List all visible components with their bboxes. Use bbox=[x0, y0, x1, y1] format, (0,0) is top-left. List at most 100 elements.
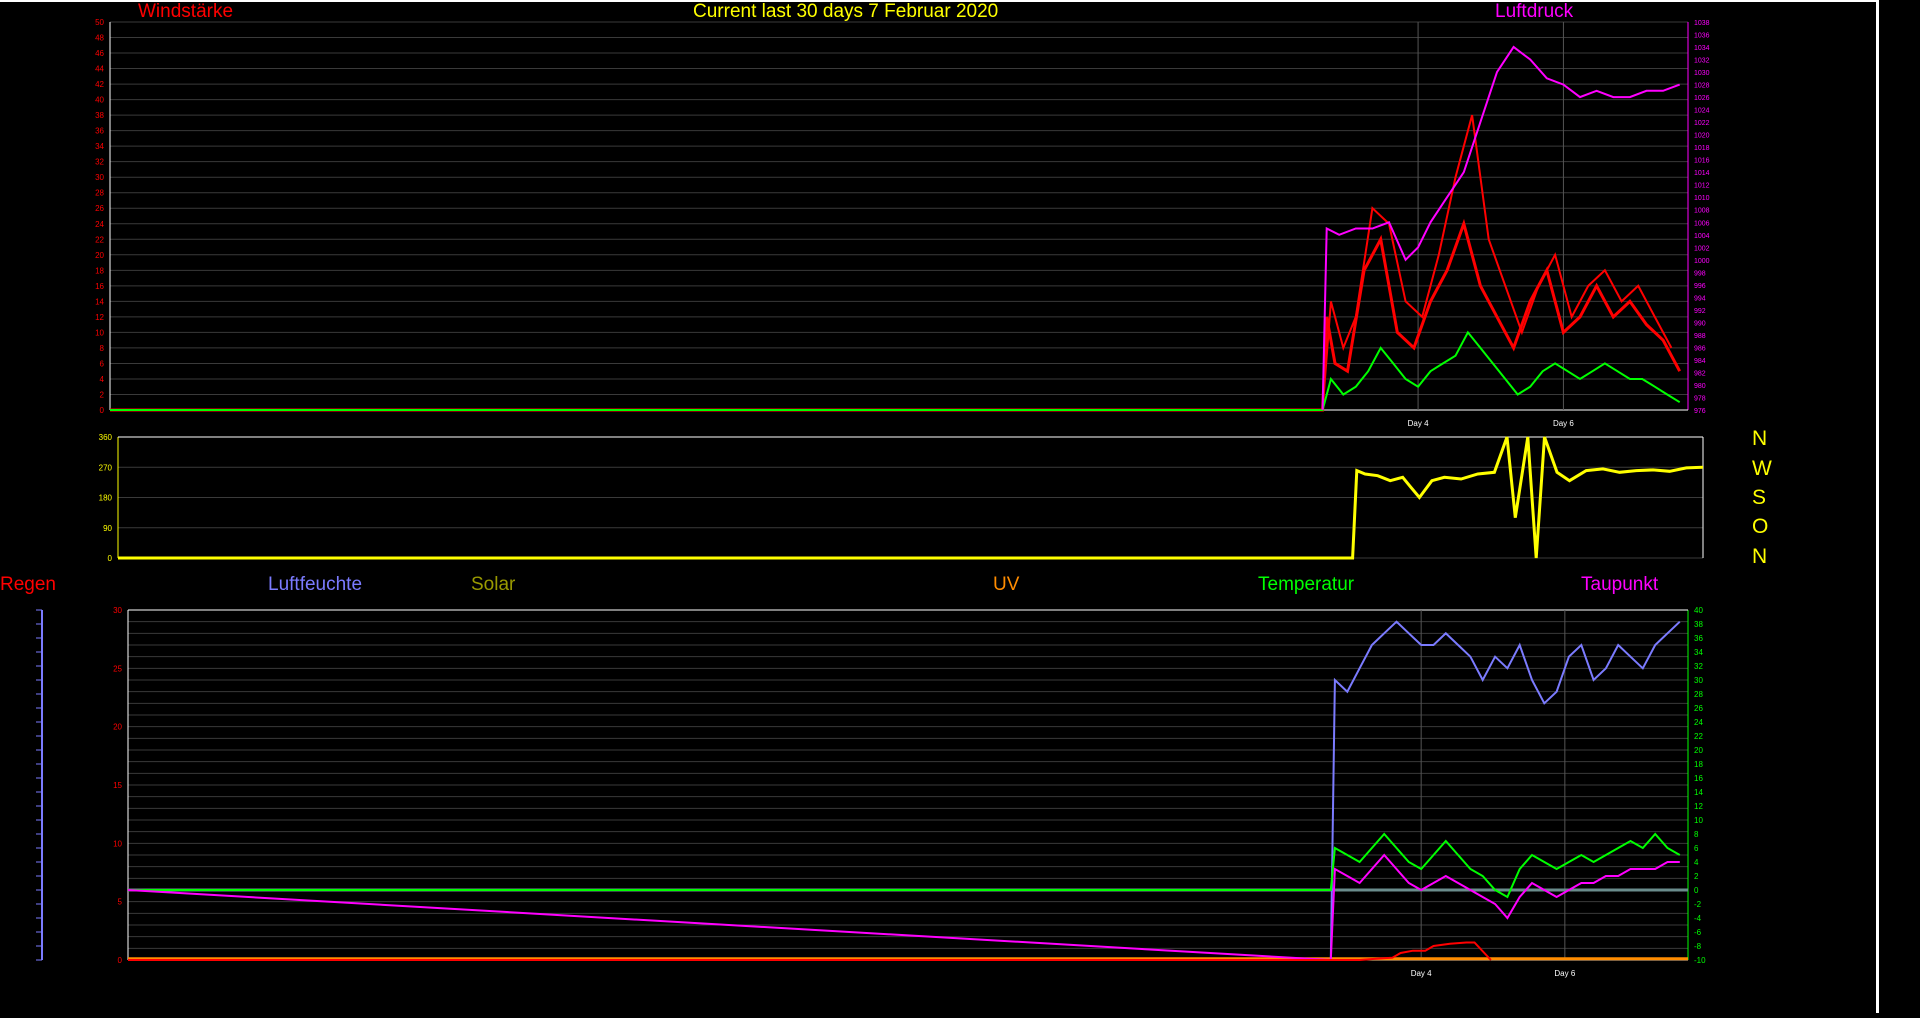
climate-left-tick-label: 0 bbox=[118, 956, 123, 965]
pressure-tick-label: 1010 bbox=[1694, 195, 1710, 202]
temperature-tick-label: 32 bbox=[1694, 662, 1703, 671]
pressure-tick-label: 1012 bbox=[1694, 183, 1710, 190]
temperature-tick-label: 4 bbox=[1694, 858, 1699, 867]
pressure-tick-label: 976 bbox=[1694, 408, 1706, 415]
temperature-tick-label: 22 bbox=[1694, 732, 1703, 741]
wind-tick-label: 6 bbox=[100, 359, 105, 368]
chart-canvas: 0246810121416182022242628303234363840424… bbox=[36, 18, 1710, 978]
pressure-tick-label: 1026 bbox=[1694, 95, 1710, 102]
pressure-tick-label: 984 bbox=[1694, 358, 1706, 365]
wind-tick-label: 50 bbox=[95, 18, 104, 27]
top-border bbox=[0, 0, 1876, 2]
pressure-tick-label: 1022 bbox=[1694, 120, 1710, 127]
pressure-tick-label: 996 bbox=[1694, 283, 1706, 290]
direction-tick-label: 270 bbox=[99, 463, 113, 472]
pressure-tick-label: 980 bbox=[1694, 383, 1706, 390]
wind-tick-label: 44 bbox=[95, 65, 104, 74]
wind-tick-label: 20 bbox=[95, 251, 104, 260]
pressure-tick-label: 1016 bbox=[1694, 158, 1710, 165]
pressure-tick-label: 994 bbox=[1694, 295, 1706, 302]
pressure-tick-label: 1006 bbox=[1694, 220, 1710, 227]
direction-tick-label: 90 bbox=[103, 524, 112, 533]
humidity-label: Luftfeuchte bbox=[268, 574, 363, 595]
temperature-tick-label: -4 bbox=[1694, 914, 1702, 923]
temperature-tick-label: 40 bbox=[1694, 606, 1703, 615]
wind-tick-label: 34 bbox=[95, 142, 104, 151]
pressure-tick-label: 1000 bbox=[1694, 258, 1710, 265]
temperature-tick-label: 18 bbox=[1694, 760, 1703, 769]
temperature-tick-label: 12 bbox=[1694, 802, 1703, 811]
wind-tick-label: 16 bbox=[95, 282, 104, 291]
pressure-tick-label: 1030 bbox=[1694, 70, 1710, 77]
temperature-tick-label: -2 bbox=[1694, 900, 1702, 909]
temperature-tick-label: 36 bbox=[1694, 634, 1703, 643]
dewpoint-label: Taupunkt bbox=[1581, 574, 1659, 595]
pressure-tick-label: 1014 bbox=[1694, 170, 1710, 177]
temperature-tick-label: -8 bbox=[1694, 942, 1702, 951]
compass-w: W bbox=[1752, 457, 1772, 480]
climate-left-tick-label: 15 bbox=[113, 781, 122, 790]
wind-tick-label: 42 bbox=[95, 80, 104, 89]
climate-left-tick-label: 10 bbox=[113, 839, 122, 848]
wind-tick-label: 8 bbox=[100, 344, 105, 353]
wind-tick-label: 24 bbox=[95, 220, 104, 229]
pressure-tick-label: 1028 bbox=[1694, 83, 1710, 90]
temperature-tick-label: 10 bbox=[1694, 816, 1703, 825]
pressure-tick-label: 1038 bbox=[1694, 20, 1710, 27]
pressure-tick-label: 990 bbox=[1694, 320, 1706, 327]
pressure-tick-label: 1002 bbox=[1694, 245, 1710, 252]
pressure-tick-label: 1024 bbox=[1694, 108, 1710, 115]
pressure-tick-label: 978 bbox=[1694, 395, 1706, 402]
wind-tick-label: 18 bbox=[95, 266, 104, 275]
humidity-series-line bbox=[1329, 620, 1681, 961]
temperature-tick-label: 38 bbox=[1694, 620, 1703, 629]
pressure-tick-label: 1008 bbox=[1694, 208, 1710, 215]
pressure-tick-label: 992 bbox=[1694, 308, 1706, 315]
pressure-tick-label: 1032 bbox=[1694, 58, 1710, 65]
wind-tick-label: 38 bbox=[95, 111, 104, 120]
pressure-tick-label: 988 bbox=[1694, 333, 1706, 340]
wind-tick-label: 12 bbox=[95, 313, 104, 322]
pressure-tick-label: 1004 bbox=[1694, 233, 1710, 240]
compass-n-bottom: N bbox=[1752, 545, 1768, 568]
temperature-tick-label: 28 bbox=[1694, 690, 1703, 699]
pressure-tick-label: 1020 bbox=[1694, 133, 1710, 140]
wind-tick-label: 0 bbox=[100, 406, 105, 415]
wind-tick-label: 40 bbox=[95, 96, 104, 105]
wind-tick-label: 46 bbox=[95, 49, 104, 58]
direction-tick-label: 0 bbox=[108, 554, 113, 563]
temperature-tick-label: 0 bbox=[1694, 886, 1699, 895]
wind-tick-label: 4 bbox=[100, 375, 105, 384]
pressure-tick-label: 1036 bbox=[1694, 33, 1710, 40]
wind-tick-label: 32 bbox=[95, 158, 104, 167]
uv-label: UV bbox=[993, 574, 1020, 595]
direction-tick-label: 180 bbox=[99, 494, 113, 503]
wind-tick-label: 28 bbox=[95, 189, 104, 198]
temperature-label: Temperatur bbox=[1258, 574, 1355, 595]
compass-s: S bbox=[1752, 486, 1767, 509]
compass-n-top: N bbox=[1752, 427, 1768, 450]
pressure-tick-label: 1018 bbox=[1694, 145, 1710, 152]
wind-tick-label: 22 bbox=[95, 235, 104, 244]
temperature-tick-label: -6 bbox=[1694, 928, 1702, 937]
compass-o: O bbox=[1752, 515, 1769, 538]
pressure-tick-label: 1034 bbox=[1694, 45, 1710, 52]
solar-label: Solar bbox=[471, 574, 516, 595]
direction-tick-label: 360 bbox=[99, 433, 113, 442]
rain-axis-label: Regen bbox=[0, 574, 56, 595]
wind-x-tick-label: Day 4 bbox=[1408, 419, 1429, 428]
temperature-tick-label: 6 bbox=[1694, 844, 1699, 853]
weather-chart-stage: 0 2 4 6 8 10 12 14 16 18 20 22 24 26 28 30 32 34 36 38 40 42 4… bbox=[0, 0, 1920, 1013]
pressure-tick-label: 998 bbox=[1694, 270, 1706, 277]
wind-tick-label: 2 bbox=[100, 390, 105, 399]
pressure-axis-label: Luftdruck bbox=[1495, 1, 1574, 22]
temperature-tick-label: 16 bbox=[1694, 774, 1703, 783]
temperature-tick-label: 14 bbox=[1694, 788, 1703, 797]
temperature-tick-label: 26 bbox=[1694, 704, 1703, 713]
climate-left-tick-label: 30 bbox=[113, 606, 122, 615]
temperature-tick-label: -10 bbox=[1694, 956, 1706, 965]
right-border bbox=[1876, 0, 1879, 1013]
wind-avg-series-line bbox=[110, 330, 1681, 411]
wind-tick-label: 48 bbox=[95, 34, 104, 43]
wind-axis-label: Windstärke bbox=[138, 1, 234, 22]
